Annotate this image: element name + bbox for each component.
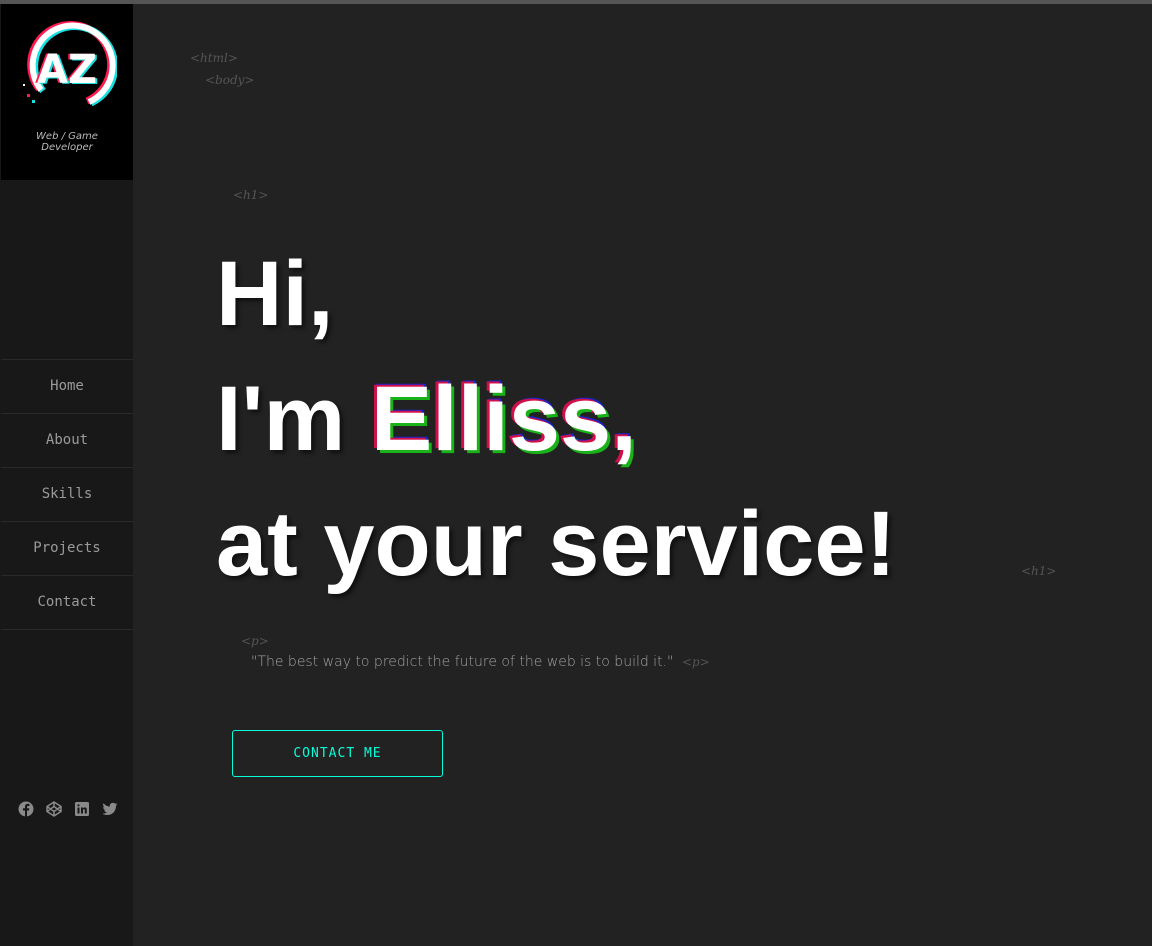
quote: "The best way to predict the future of t… [251, 654, 674, 670]
nav-item-about[interactable]: About [1, 413, 133, 467]
main-content: <html> <body> <h1> Hi, I'm Elliss, at yo… [133, 4, 1152, 946]
p-close-tag: <p> [681, 655, 710, 669]
codepen-icon[interactable] [46, 801, 62, 817]
body-open-tag: <body> [205, 73, 255, 87]
html-open-tag: <html> [190, 51, 238, 65]
twitter-icon[interactable] [102, 801, 118, 817]
sidebar-nav: Home About Skills Projects Contact [1, 359, 133, 630]
hero-line-2-prefix: I'm [216, 368, 371, 470]
nav-item-contact[interactable]: Contact [1, 575, 133, 630]
facebook-icon[interactable] [18, 801, 34, 817]
linkedin-icon[interactable] [74, 801, 90, 817]
h1-open-tag: <h1> [233, 188, 269, 202]
nav-item-home[interactable]: Home [1, 359, 133, 413]
logo-emblem-icon: AZ AZ AZ [23, 21, 117, 107]
quote-text: "The best way to predict the future of t… [251, 654, 710, 670]
svg-text:AZ: AZ [37, 47, 97, 93]
hero-line-3: at your service! [216, 493, 897, 595]
social-links [18, 801, 118, 817]
nav-item-skills[interactable]: Skills [1, 467, 133, 521]
hero-line-1: Hi, [216, 243, 334, 345]
hero-line-2: I'm Elliss, [216, 357, 896, 482]
hero-heading: Hi, I'm Elliss, at your service! [216, 232, 896, 607]
p-open-tag: <p> [241, 634, 269, 648]
sidebar: AZ AZ AZ Web / Game Developer Home About… [0, 4, 133, 946]
logo-subtitle: Web / Game Developer [36, 131, 98, 153]
hero-name: Elliss, [370, 368, 637, 470]
logo[interactable]: AZ AZ AZ Web / Game Developer [1, 4, 133, 180]
nav-item-projects[interactable]: Projects [1, 521, 133, 575]
h1-close-tag: <h1> [1021, 564, 1057, 578]
contact-me-button[interactable]: CONTACT ME [232, 730, 443, 777]
